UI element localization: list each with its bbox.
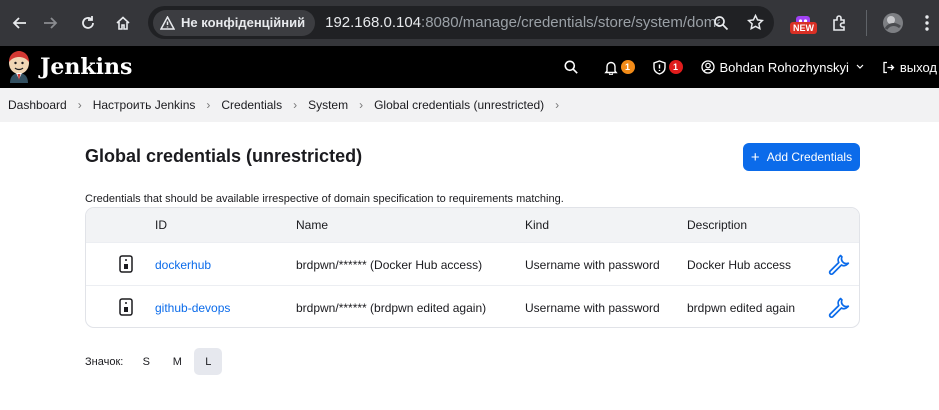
search-button[interactable]: [564, 60, 578, 74]
breadcrumb-global-credentials[interactable]: Global credentials (unrestricted): [374, 98, 544, 112]
bell-icon: [603, 61, 618, 75]
home-icon[interactable]: [105, 5, 141, 41]
toolbar-divider: [866, 10, 867, 36]
jenkins-logo-link[interactable]: Jenkins: [6, 50, 132, 84]
add-credentials-button[interactable]: + Add Credentials: [743, 143, 860, 171]
column-header-description[interactable]: Description: [687, 218, 747, 232]
icon-size-l[interactable]: L: [194, 348, 223, 375]
page-description: Credentials that should be available irr…: [85, 193, 564, 205]
column-header-kind[interactable]: Kind: [525, 218, 549, 232]
url-path: :8080/manage/credentials/store/system/do…: [421, 14, 721, 31]
credential-type-icon: [119, 255, 133, 276]
url-text[interactable]: 192.168.0.104:8080/manage/credentials/st…: [325, 14, 720, 31]
logout-button[interactable]: выход: [882, 60, 937, 75]
user-menu[interactable]: Bohdan Rohozhynskyi: [700, 59, 864, 75]
reload-icon[interactable]: [70, 5, 106, 41]
page-title: Global credentials (unrestricted): [85, 146, 363, 166]
add-credentials-label: Add Credentials: [766, 150, 853, 164]
credential-description: Docker Hub access: [687, 258, 792, 272]
credential-type-icon: [119, 298, 133, 319]
credentials-table: ID Name Kind Description dockerhub brdpw…: [85, 207, 860, 328]
forward-icon[interactable]: [32, 5, 68, 41]
warning-icon: [160, 15, 175, 30]
new-badge: NEW: [790, 22, 817, 34]
credential-kind: Username with password: [525, 301, 660, 315]
table-row: dockerhub brdpwn/****** (Docker Hub acce…: [86, 242, 859, 285]
credential-id-link[interactable]: github-devops: [155, 301, 230, 315]
shield-icon: [652, 59, 666, 75]
user-icon: [700, 60, 715, 74]
notifications-count: 1: [620, 60, 635, 74]
breadcrumb-separator-icon[interactable]: ›: [555, 98, 559, 112]
column-header-id[interactable]: ID: [155, 218, 167, 232]
profile-avatar[interactable]: [878, 8, 908, 38]
breadcrumb: Dashboard › Настроить Jenkins › Credenti…: [0, 88, 939, 122]
credential-kind: Username with password: [525, 258, 660, 272]
column-header-name[interactable]: Name: [296, 218, 328, 232]
notifications-button[interactable]: 1: [603, 60, 635, 75]
breadcrumb-dashboard[interactable]: Dashboard: [8, 98, 67, 112]
credential-name: brdpwn/****** (brdpwn edited again): [296, 301, 487, 315]
chevron-down-icon: [856, 64, 864, 69]
app-name: Jenkins: [40, 54, 133, 80]
credential-name: brdpwn/****** (Docker Hub access): [296, 258, 483, 272]
table-row: github-devops brdpwn/****** (brdpwn edit…: [86, 285, 859, 327]
security-chip[interactable]: Не конфіденційний: [153, 9, 316, 36]
breadcrumb-system[interactable]: System: [308, 98, 348, 112]
browser-menu-icon[interactable]: [912, 8, 939, 38]
url-host: 192.168.0.104: [325, 14, 422, 31]
security-alerts-button[interactable]: 1: [652, 59, 683, 75]
browser-toolbar: Не конфіденційний 192.168.0.104:8080/man…: [0, 0, 939, 46]
logout-label: выход: [899, 59, 937, 75]
breadcrumb-separator-icon: ›: [77, 98, 82, 112]
plus-icon: +: [750, 148, 760, 166]
icon-size-selector: Значок: S M L: [85, 348, 223, 375]
icon-size-label: Значок:: [85, 355, 124, 368]
breadcrumb-separator-icon: ›: [359, 98, 364, 112]
icon-size-s[interactable]: S: [132, 348, 160, 375]
jenkins-header: Jenkins 1 1 Bohdan Rohozhynskyi выход: [0, 46, 939, 88]
credential-description: brdpwn edited again: [687, 301, 796, 315]
breadcrumb-separator-icon: ›: [206, 98, 211, 112]
search-icon: [564, 60, 578, 74]
extensions-puzzle-icon[interactable]: [825, 8, 855, 38]
credential-id-link[interactable]: dockerhub: [155, 258, 211, 272]
icon-size-m[interactable]: M: [163, 348, 191, 375]
security-label: Не конфіденційний: [181, 15, 306, 30]
logout-icon: [883, 61, 895, 73]
wrench-icon[interactable]: [826, 250, 852, 279]
wrench-icon[interactable]: [826, 293, 852, 322]
jenkins-butler-icon: [9, 51, 29, 83]
table-header: ID Name Kind Description: [86, 208, 859, 242]
bookmark-star-icon[interactable]: [747, 14, 764, 31]
address-bar[interactable]: Не конфіденційний 192.168.0.104:8080/man…: [148, 6, 774, 39]
user-name: Bohdan Rohozhynskyi: [719, 59, 849, 75]
security-count: 1: [668, 60, 683, 74]
zoom-icon[interactable]: [713, 15, 729, 31]
breadcrumb-separator-icon: ›: [293, 98, 298, 112]
breadcrumb-credentials[interactable]: Credentials: [221, 98, 282, 112]
breadcrumb-manage-jenkins[interactable]: Настроить Jenkins: [93, 98, 196, 112]
